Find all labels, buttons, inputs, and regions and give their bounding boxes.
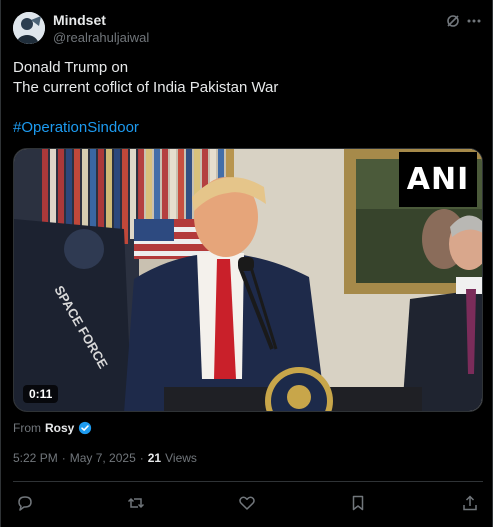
from-name[interactable]: Rosy — [45, 421, 74, 435]
post-text: Donald Trump on The current coflict of I… — [13, 59, 279, 96]
post-date[interactable]: May 7, 2025 — [70, 451, 136, 465]
bookmark-icon[interactable] — [347, 492, 369, 514]
divider — [13, 481, 483, 482]
avatar[interactable] — [13, 12, 45, 44]
grok-icon[interactable] — [443, 11, 463, 31]
meta-separator: · — [139, 451, 144, 465]
meta-separator: · — [61, 451, 66, 465]
views-count: 21 — [147, 451, 162, 465]
post-meta: 5:22 PM · May 7, 2025 · 21 Views — [13, 451, 197, 465]
ani-watermark: ANI — [399, 152, 477, 207]
more-options-icon[interactable] — [464, 11, 484, 31]
post-time[interactable]: 5:22 PM — [13, 451, 58, 465]
post-card: Mindset @realrahuljaiwal Donald Trump on… — [0, 0, 493, 527]
like-icon[interactable] — [236, 492, 258, 514]
from-label: From — [13, 421, 41, 435]
repost-icon[interactable] — [125, 492, 147, 514]
display-name[interactable]: Mindset — [53, 12, 106, 28]
hashtag-link[interactable]: #OperationSindoor — [13, 118, 139, 138]
views-label: Views — [165, 451, 197, 465]
video-duration: 0:11 — [23, 385, 59, 403]
verified-badge-icon — [79, 421, 92, 435]
share-icon[interactable] — [459, 492, 481, 514]
from-attribution: From Rosy — [13, 421, 92, 435]
reply-icon[interactable] — [14, 492, 36, 514]
handle[interactable]: @realrahuljaiwal — [53, 30, 149, 45]
